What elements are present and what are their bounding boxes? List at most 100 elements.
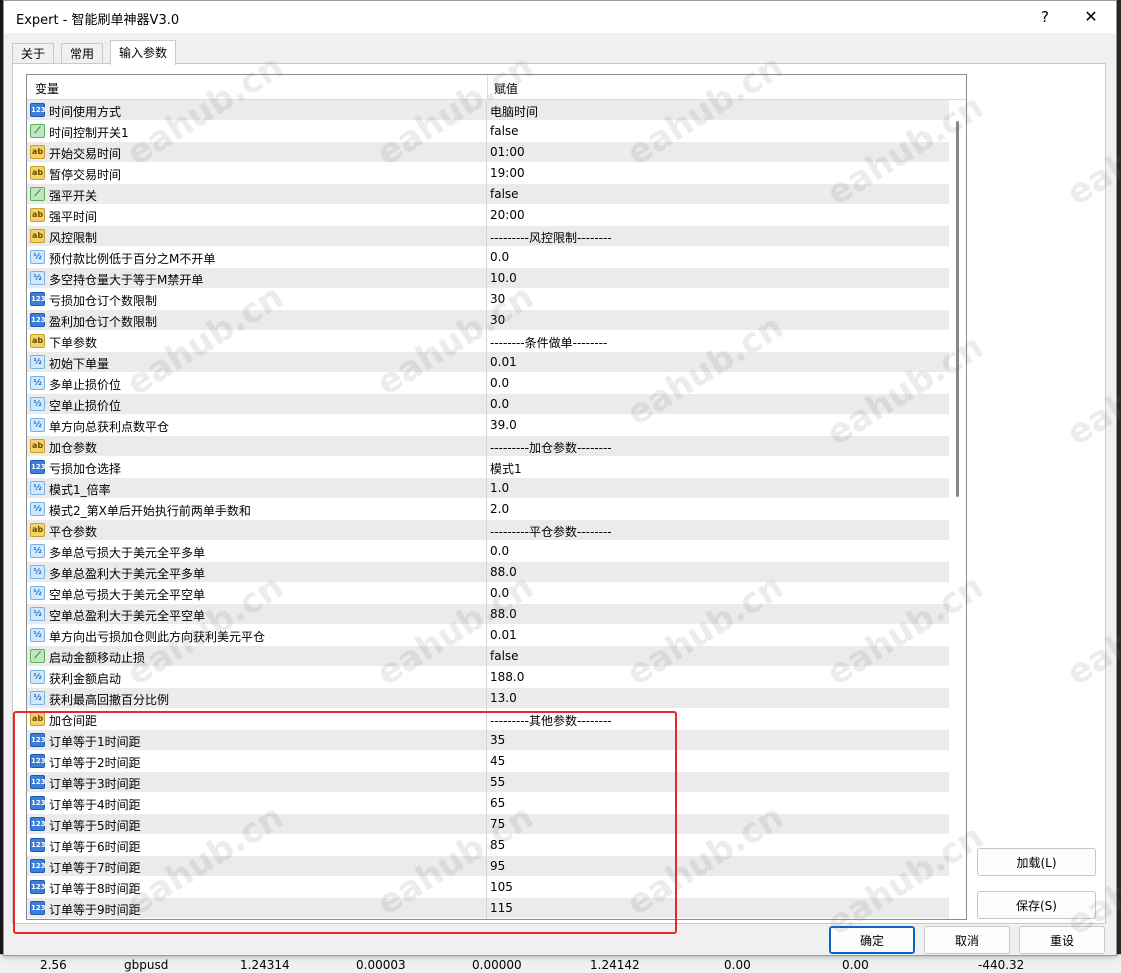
tab-inputs[interactable]: 输入参数: [110, 40, 177, 65]
parameter-value[interactable]: ---------平仓参数--------: [490, 523, 612, 540]
parameter-value[interactable]: ---------加仓参数--------: [490, 439, 612, 456]
parameter-value[interactable]: 0.0: [490, 544, 509, 558]
parameter-row[interactable]: ½ 模式2_第X单后开始执行前两单手数和 2.0: [27, 499, 949, 520]
parameter-row[interactable]: ab 风控限制 ---------风控限制--------: [27, 226, 949, 247]
parameter-value[interactable]: false: [490, 124, 519, 138]
parameter-row[interactable]: ½ 多单总盈利大于美元全平多单 88.0: [27, 562, 949, 583]
parameter-row[interactable]: 123 订单等于2时间距 45: [27, 751, 949, 772]
close-button[interactable]: ✕: [1068, 1, 1114, 33]
parameter-value[interactable]: 0.0: [490, 397, 509, 411]
parameter-row[interactable]: ½ 获利最高回撤百分比例 13.0: [27, 688, 949, 709]
parameter-row[interactable]: 123 亏损加仓选择 模式1: [27, 457, 949, 478]
parameter-row[interactable]: ½ 多单止损价位 0.0: [27, 373, 949, 394]
tab-common[interactable]: 常用: [61, 43, 104, 64]
parameter-name: 订单等于5时间距: [49, 819, 141, 833]
parameter-value[interactable]: 1.0: [490, 481, 509, 495]
parameter-row[interactable]: ab 强平时间 20:00: [27, 205, 949, 226]
parameter-value[interactable]: 55: [490, 775, 505, 789]
parameter-row[interactable]: ab 暂停交易时间 19:00: [27, 163, 949, 184]
parameter-name: 订单等于6时间距: [49, 840, 141, 854]
parameter-row[interactable]: ½ 多单总亏损大于美元全平多单 0.0: [27, 541, 949, 562]
cancel-button[interactable]: 取消: [924, 926, 1010, 954]
parameter-value[interactable]: 电脑时间: [490, 103, 538, 120]
double-icon: ½: [30, 502, 45, 516]
parameter-row[interactable]: ½ 单方向出亏损加仓则此方向获利美元平仓 0.01: [27, 625, 949, 646]
column-header-value[interactable]: 赋值: [494, 80, 518, 97]
parameter-value[interactable]: 88.0: [490, 565, 517, 579]
parameter-value[interactable]: 30: [490, 313, 505, 327]
parameter-value[interactable]: 13.0: [490, 691, 517, 705]
parameter-row[interactable]: ½ 空单止损价位 0.0: [27, 394, 949, 415]
parameter-row[interactable]: 123 订单等于1时间距 35: [27, 730, 949, 751]
parameter-row[interactable]: 123 盈利加仓订个数限制 30: [27, 310, 949, 331]
parameter-value[interactable]: 39.0: [490, 418, 517, 432]
column-divider[interactable]: [487, 75, 488, 100]
parameter-value[interactable]: 75: [490, 817, 505, 831]
parameter-row[interactable]: 123 订单等于7时间距 95: [27, 856, 949, 877]
parameter-value[interactable]: 20:00: [490, 208, 525, 222]
parameter-value[interactable]: 2.0: [490, 502, 509, 516]
parameter-row[interactable]: ½ 空单总盈利大于美元全平空单 88.0: [27, 604, 949, 625]
cell-divider: [486, 898, 487, 919]
parameter-row[interactable]: ab 下单参数 --------条件做单--------: [27, 331, 949, 352]
parameter-value[interactable]: 45: [490, 754, 505, 768]
parameter-value[interactable]: 0.0: [490, 376, 509, 390]
parameter-row[interactable]: ⟋ 强平开关 false: [27, 184, 949, 205]
parameter-value[interactable]: 01:00: [490, 145, 525, 159]
parameter-value[interactable]: 105: [490, 880, 513, 894]
vertical-scrollbar[interactable]: [949, 100, 966, 919]
parameter-row[interactable]: 123 订单等于8时间距 105: [27, 877, 949, 898]
parameter-value[interactable]: 10.0: [490, 271, 517, 285]
parameter-value[interactable]: false: [490, 649, 519, 663]
parameter-value[interactable]: 0.0: [490, 250, 509, 264]
parameter-value[interactable]: 65: [490, 796, 505, 810]
parameter-row[interactable]: ⟋ 启动金额移动止损 false: [27, 646, 949, 667]
parameter-value[interactable]: 88.0: [490, 607, 517, 621]
column-header-variable[interactable]: 变量: [35, 80, 59, 97]
parameter-value[interactable]: 85: [490, 838, 505, 852]
parameter-row[interactable]: ab 加仓参数 ---------加仓参数--------: [27, 436, 949, 457]
parameter-row[interactable]: ½ 初始下单量 0.01: [27, 352, 949, 373]
parameter-value[interactable]: 0.01: [490, 355, 517, 369]
parameter-row[interactable]: 123 订单等于6时间距 85: [27, 835, 949, 856]
parameter-row[interactable]: 123 订单等于5时间距 75: [27, 814, 949, 835]
parameter-row[interactable]: ½ 获利金额启动 188.0: [27, 667, 949, 688]
reset-button[interactable]: 重设: [1019, 926, 1105, 954]
parameter-row[interactable]: ½ 单方向总获利点数平仓 39.0: [27, 415, 949, 436]
parameter-value[interactable]: 0.01: [490, 628, 517, 642]
parameter-row[interactable]: ⟋ 时间控制开关1 false: [27, 121, 949, 142]
parameter-row[interactable]: ½ 模式1_倍率 1.0: [27, 478, 949, 499]
parameter-value[interactable]: ---------风控限制--------: [490, 229, 612, 246]
parameter-value[interactable]: 0.0: [490, 586, 509, 600]
cell-divider: [486, 415, 487, 436]
tab-about[interactable]: 关于: [12, 43, 55, 64]
parameter-row[interactable]: ab 开始交易时间 01:00: [27, 142, 949, 163]
scrollbar-thumb[interactable]: [956, 121, 959, 497]
parameter-value[interactable]: 95: [490, 859, 505, 873]
ok-button[interactable]: 确定: [829, 926, 915, 954]
parameter-row[interactable]: 123 亏损加仓订个数限制 30: [27, 289, 949, 310]
save-button[interactable]: 保存(S): [977, 891, 1096, 919]
parameter-row[interactable]: ½ 预付款比例低于百分之M不开单 0.0: [27, 247, 949, 268]
parameter-value[interactable]: 19:00: [490, 166, 525, 180]
help-button[interactable]: ?: [1022, 1, 1068, 33]
parameter-row[interactable]: 123 订单等于4时间距 65: [27, 793, 949, 814]
parameter-value[interactable]: 30: [490, 292, 505, 306]
parameter-row[interactable]: ab 平仓参数 ---------平仓参数--------: [27, 520, 949, 541]
parameter-row[interactable]: 123 订单等于9时间距 115: [27, 898, 949, 919]
parameter-value[interactable]: 模式1: [490, 460, 522, 477]
parameter-row[interactable]: 123 订单等于3时间距 55: [27, 772, 949, 793]
parameter-name: 空单止损价位: [49, 399, 122, 413]
parameter-row[interactable]: 123 时间使用方式 电脑时间: [27, 100, 949, 121]
parameter-row[interactable]: ab 加仓间距 ---------其他参数--------: [27, 709, 949, 730]
parameter-value[interactable]: --------条件做单--------: [490, 334, 607, 351]
parameter-value[interactable]: 115: [490, 901, 513, 915]
parameter-value[interactable]: 188.0: [490, 670, 524, 684]
terminal-status-row: 2.56 gbpusd 1.24314 0.00003 0.00000 1.24…: [0, 954, 1121, 973]
parameter-row[interactable]: ½ 多空持仓量大于等于M禁开单 10.0: [27, 268, 949, 289]
parameter-value[interactable]: ---------其他参数--------: [490, 712, 612, 729]
parameter-row[interactable]: ½ 空单总亏损大于美元全平空单 0.0: [27, 583, 949, 604]
parameter-value[interactable]: false: [490, 187, 519, 201]
load-button[interactable]: 加载(L): [977, 848, 1096, 876]
parameter-value[interactable]: 35: [490, 733, 505, 747]
